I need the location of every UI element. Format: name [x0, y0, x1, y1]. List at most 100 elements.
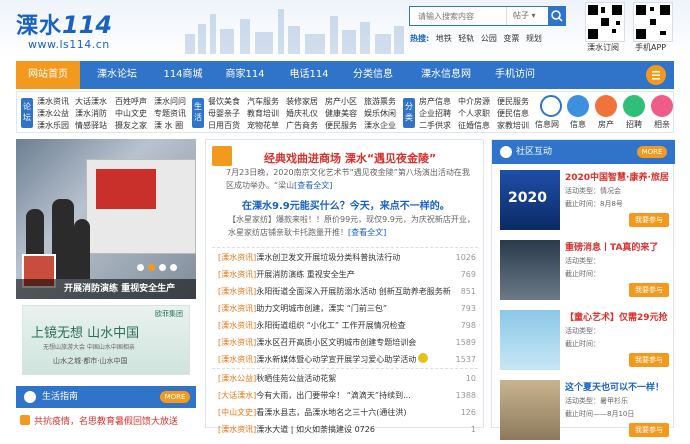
news-title[interactable]: 永阳街道全面深入开展防溺水活动 创新互助养老服务新 — [256, 287, 451, 296]
event-image[interactable] — [500, 380, 560, 440]
link[interactable]: 百姓呼声 — [115, 96, 147, 108]
link[interactable]: 摄友之家 — [115, 120, 147, 132]
link[interactable]: 餐饮美食 — [208, 96, 240, 108]
infonet-icon[interactable] — [540, 95, 562, 117]
news-row[interactable]: [溧水资讯]永阳街道组织 “小化工” 工作开展情况检查 798 — [218, 318, 480, 334]
link[interactable]: 溧水企业 — [364, 120, 396, 132]
news-row[interactable]: [溧水资讯]溧水区召开高质小区文明城市创建专题培训会 1589 — [218, 335, 480, 351]
join-button[interactable]: 我要参与 — [629, 283, 669, 297]
link[interactable]: 家教培训 — [497, 120, 529, 132]
search-input[interactable] — [410, 7, 505, 25]
link[interactable]: 母婴亲子 — [208, 108, 240, 120]
news-category[interactable]: [溧水资讯] — [218, 304, 256, 313]
news-title[interactable]: 开展消防演练 重视安全生产 — [256, 270, 355, 279]
nav-item-home[interactable]: 网站首页 — [16, 61, 80, 89]
news-title[interactable]: 溧水新媒体暨心动学宣开展学习爱心助学活动 — [256, 355, 416, 364]
link[interactable]: 二手供求 — [419, 120, 451, 132]
news-row[interactable]: [溧水资讯]永阳街道全面深入开展防溺水活动 创新互助养老服务新 851 — [218, 284, 480, 300]
headline-1[interactable]: 经典戏曲进商场 溧水“遇见夜金陵” — [264, 150, 436, 166]
event-image[interactable]: 2020 — [500, 170, 560, 230]
slide-dot[interactable] — [170, 264, 177, 271]
search-type-select[interactable]: 帖子 ▾ — [506, 7, 548, 25]
link[interactable]: 宠物花草 — [247, 120, 279, 132]
news-row[interactable]: [溧水资讯]助力文明城市创建，溧实 “门前三包” 793 — [218, 301, 480, 317]
news-row[interactable]: [溧水资讯]溧水大道 | 如火如荼搞建设 0726 1 — [218, 422, 480, 438]
hot-word[interactable]: 规划 — [526, 34, 542, 43]
link[interactable]: 健康美容 — [325, 108, 357, 120]
event-card[interactable]: 重磅消息丨TA真的来了 活动类型： 截止时间： 我要参与 — [492, 236, 675, 304]
life-more-button[interactable]: MORE — [160, 391, 190, 403]
news-row[interactable]: [溧水资讯]溧水新媒体暨心动学宣开展学习爱心助学活动 1537 — [218, 352, 480, 368]
link[interactable]: 汽车服务 — [247, 96, 279, 108]
nav-item-forum[interactable]: 溧水论坛 — [86, 61, 148, 89]
nav-item-infonet[interactable]: 溧水信息网 — [406, 61, 486, 89]
read-more-link[interactable]: [查看全文] — [294, 181, 332, 190]
read-more-link[interactable]: [查看全文] — [348, 228, 386, 237]
nav-item-phone[interactable]: 电话114 — [278, 61, 340, 89]
link[interactable]: 房产信息 — [419, 96, 451, 108]
event-title[interactable]: 这个夏天也可以不一样！ — [565, 380, 664, 393]
join-button[interactable]: 我要参与 — [629, 213, 669, 227]
link[interactable]: 溧水消防 — [75, 108, 107, 120]
news-category[interactable]: [溧水资讯] — [218, 425, 256, 434]
news-category[interactable]: [溧水公益] — [218, 374, 256, 383]
news-title[interactable]: 秋晒佳苑公益活动花絮 — [256, 374, 336, 383]
hot-word[interactable]: 变票 — [503, 34, 519, 43]
link[interactable]: 广告商务 — [286, 120, 318, 132]
house-icon[interactable] — [595, 95, 617, 117]
slide-dot[interactable] — [137, 264, 144, 271]
event-title[interactable]: 重磅消息丨TA真的来了 — [565, 240, 658, 253]
link[interactable]: 娱乐休闲 — [364, 108, 396, 120]
link[interactable]: 婚庆礼仪 — [286, 108, 318, 120]
event-title[interactable]: 【童心艺术】仅需29元抢 — [565, 310, 668, 323]
link[interactable]: 企业招聘 — [419, 108, 451, 120]
hot-word[interactable]: 地铁 — [436, 34, 452, 43]
news-row[interactable]: [溧水资讯]开展消防演练 重视安全生产 769 — [218, 267, 480, 283]
link[interactable]: 溧水资讯 — [37, 96, 69, 108]
site-logo[interactable]: 溧水114 www.ls114.cn — [16, 8, 122, 52]
link[interactable]: 溧水公益 — [37, 108, 69, 120]
link[interactable]: 中山文史 — [115, 108, 147, 120]
hot-word[interactable]: 轻轨 — [458, 34, 474, 43]
link[interactable]: 旅游票务 — [364, 96, 396, 108]
news-row[interactable]: [大话溧水]今有大雨，出门要带伞！ “滴滴天”持续到... 1388 — [218, 388, 480, 404]
news-category[interactable]: [溧水资讯] — [218, 321, 256, 330]
news-row[interactable]: [溧水公益]秋晒佳苑公益活动花絮 10 — [218, 371, 480, 387]
event-card[interactable]: 2020 2020中国智慧·康养·旅居 活动类型：情况会 截止时间：8月8号 我要参与 — [492, 166, 675, 234]
link[interactable]: 便民服务 — [497, 96, 529, 108]
news-category[interactable]: [大话溧水] — [218, 391, 256, 400]
link[interactable]: 专题资讯 — [154, 108, 186, 120]
news-slideshow[interactable]: 开展消防演练 重视安全生产 — [16, 139, 196, 299]
news-title[interactable]: 助力文明城市创建，溧实 “门前三包” — [256, 304, 387, 313]
link[interactable]: 溧水乐园 — [37, 120, 69, 132]
link[interactable]: 中介房源 — [458, 96, 490, 108]
link[interactable]: 房产小区 — [325, 96, 357, 108]
news-category[interactable]: [溧水资讯] — [218, 253, 256, 262]
join-button[interactable]: 我要参与 — [629, 423, 669, 437]
news-category[interactable]: [溧水资讯] — [218, 355, 256, 364]
hot-word[interactable]: 公园 — [481, 34, 497, 43]
news-title[interactable]: 永阳街道组织 “小化工” 工作开展情况检查 — [256, 321, 405, 330]
info-icon[interactable] — [567, 95, 589, 117]
search-button[interactable] — [548, 7, 566, 25]
event-card[interactable]: 【童心艺术】仅需29元抢 活动类型： 截止时间： 我要参与 — [492, 306, 675, 374]
nav-item-classifieds[interactable]: 分类信息 — [342, 61, 404, 89]
link[interactable]: 大话溧水 — [75, 96, 107, 108]
link[interactable]: 征婚信息 — [458, 120, 490, 132]
life-guide-item[interactable]: 共抗疫情，名思教育暑假回馈大放送 — [20, 414, 196, 427]
tourism-ad-banner[interactable]: 欧菲集团 上镜无想 山水中国 无想山旅游大会 中国山水中国相亲 山水之城·都市·… — [22, 305, 190, 375]
news-row[interactable]: [中山文史]看溧水县志，品溧水地名之三十六(通往洪) 126 — [218, 405, 480, 421]
slide-dot[interactable] — [159, 264, 166, 271]
link[interactable]: 情感驿站 — [75, 120, 107, 132]
headline-2[interactable]: 在溧水9.9元能买什么？今天，来点不一样的。 — [242, 197, 450, 212]
link[interactable]: 日用百货 — [208, 120, 240, 132]
link[interactable]: 装修家居 — [286, 96, 318, 108]
link[interactable]: 个人求职 — [458, 108, 490, 120]
news-title[interactable]: 看溧水县志，品溧水地名之三十六(通往洪) — [256, 408, 406, 417]
link[interactable]: 便民服务 — [325, 120, 357, 132]
link[interactable]: 溧 水 圈 — [154, 120, 186, 132]
link[interactable]: 教育培训 — [247, 108, 279, 120]
event-image[interactable] — [500, 240, 560, 300]
nav-item-mall[interactable]: 114商城 — [152, 61, 214, 89]
community-more-button[interactable]: MORE — [637, 146, 667, 158]
